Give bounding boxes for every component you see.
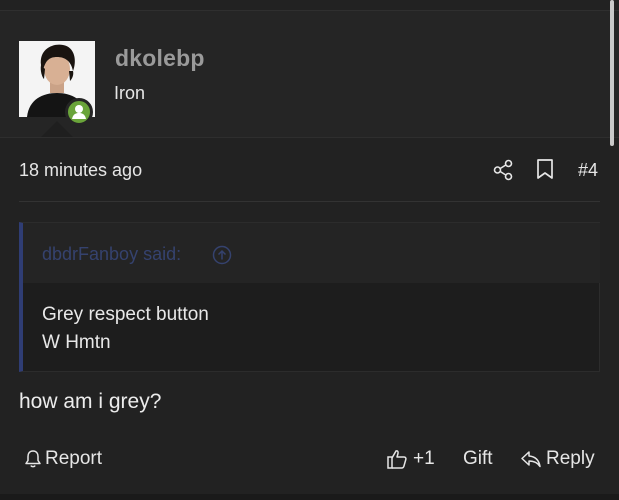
gift-button[interactable]: Gift [463,448,493,470]
report-button[interactable]: Report [24,448,102,470]
post-message: how am i grey? [19,390,162,413]
post-number-link[interactable]: #4 [578,160,598,181]
post-timestamp[interactable]: 18 minutes ago [19,160,142,181]
bell-icon [25,450,41,468]
quote-author-link[interactable]: dbdrFanboy said: [42,244,181,265]
user-title: Iron [114,83,146,103]
user-online-icon [72,105,86,119]
like-button[interactable]: +1 [386,448,435,470]
reply-arrow-icon [521,451,541,468]
quote-text-line: W Hmtn [42,332,111,353]
quote-header: dbdrFanboy said: [23,223,600,283]
forum-post: dkolebp Iron 18 minutes ago #4 dbdrFanbo… [0,0,619,500]
reply-button[interactable]: Reply [520,448,595,470]
reply-label: Reply [546,448,595,469]
divider [19,201,600,202]
like-count: +1 [413,448,435,469]
report-label: Report [45,448,103,469]
quote-block: dbdrFanboy said: Grey respect button W H… [19,222,600,372]
scrollbar[interactable] [610,0,614,146]
share-icon[interactable] [492,159,514,181]
bookmark-icon[interactable] [535,158,555,180]
username-link[interactable]: dkolebp [115,45,205,72]
gift-label: Gift [463,448,493,469]
header-pointer [41,121,73,137]
arrow-up-circle-icon[interactable] [212,245,232,265]
quote-text-line: Grey respect button [42,304,209,325]
thumbs-up-icon [387,450,407,469]
post-actions: Report +1 Gift Reply [0,440,619,480]
post-meta: 18 minutes ago #4 [0,137,619,201]
divider [0,494,619,500]
post-author-header: dkolebp Iron [0,11,619,138]
